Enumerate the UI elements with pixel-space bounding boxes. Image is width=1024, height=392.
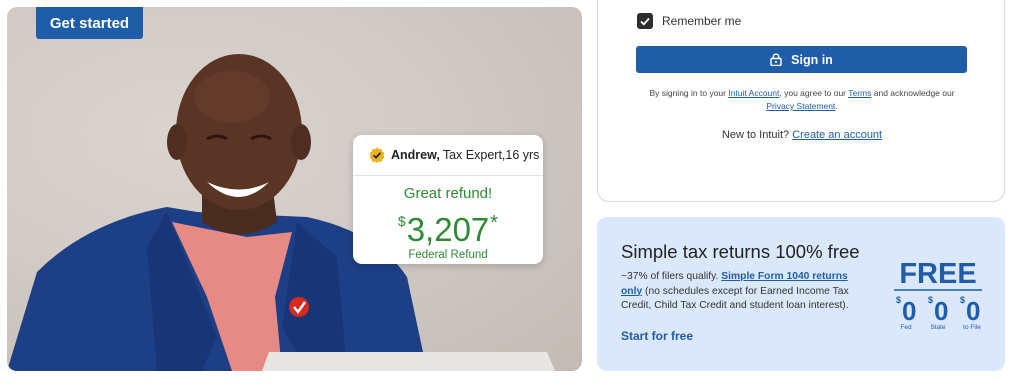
free-zero-dollar-graphic: FREE $ 0 $ 0 $ 0 Fed State to File [894,259,982,331]
verified-badge-icon [369,147,385,163]
expert-name: Andrew, [391,148,440,162]
lock-icon [770,53,782,66]
start-for-free-link[interactable]: Start for free [621,329,693,343]
legal-and: and acknowledge our [871,88,955,98]
new-to-intuit-text: New to Intuit? [721,129,793,141]
signin-card: Remember me Sign in By signing in to you… [597,0,1005,202]
refund-headline: Great refund! [403,185,493,202]
promo-desc-prefix: ~37% of filers qualify. [621,271,722,282]
free-headline: FREE [899,259,976,290]
state-label: State [930,324,946,331]
remember-me-checkbox[interactable] [637,13,653,29]
legal-prefix: By signing in to your [649,88,729,98]
privacy-statement-link[interactable]: Privacy Statement [766,101,835,111]
intuit-account-link[interactable]: Intuit Account [728,88,779,98]
fed-label: Fed [900,324,912,331]
file-amount: 0 [966,296,980,326]
to-file-label: to File [963,324,981,331]
promo-description: ~37% of filers qualify. Simple Form 1040… [621,270,867,314]
legal-middle: , you agree to our [779,88,849,98]
sign-in-label: Sign in [791,52,833,67]
refund-amount-row: $3,207* [353,204,543,247]
refund-currency: $ [397,213,406,229]
remember-me-label: Remember me [662,14,742,28]
checkmark-icon [640,17,650,26]
state-currency: $ [928,295,933,305]
file-currency: $ [960,295,965,305]
terms-link[interactable]: Terms [848,88,871,98]
refund-card: Andrew, Tax Expert, 16 yrs Great refund!… [353,135,543,264]
expert-years: 16 yrs [505,148,540,162]
get-started-button[interactable]: Get started [36,7,143,39]
hero-photo-panel: Get started Andrew, Tax Expert, 16 yrs G… [7,7,582,371]
promo-desc-suffix: (no schedules except for Earned Income T… [621,285,849,312]
state-amount: 0 [934,296,948,326]
fed-amount: 0 [902,296,916,326]
remember-me-row[interactable]: Remember me [637,13,741,29]
expert-info: Andrew, Tax Expert, 16 yrs [353,135,543,176]
signin-legal-text: By signing in to your Intuit Account, yo… [618,87,986,113]
refund-amount: 3,207 [406,211,490,248]
sign-in-button[interactable]: Sign in [636,46,967,73]
refund-type: Federal Refund [408,249,488,261]
create-account-link[interactable]: Create an account [792,129,882,141]
promo-title: Simple tax returns 100% free [621,241,860,262]
new-to-intuit: New to Intuit? Create an account [618,129,986,141]
expert-title: Tax Expert, [442,148,506,162]
legal-end: . [835,101,838,111]
refund-footnote-mark: * [490,212,499,234]
fed-currency: $ [896,295,901,305]
free-returns-promo: Simple tax returns 100% free ~37% of fil… [597,217,1005,371]
